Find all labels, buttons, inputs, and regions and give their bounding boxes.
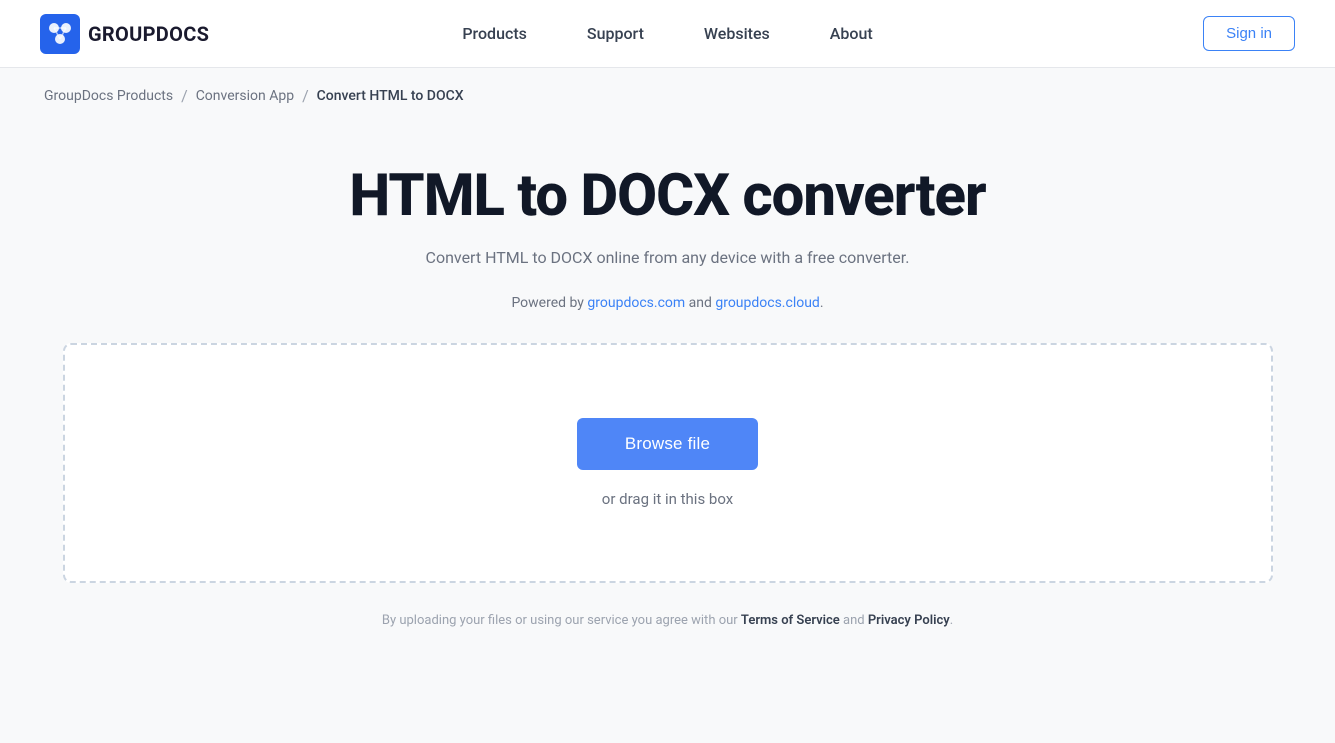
disclaimer-prefix: By uploading your files or using our ser… — [382, 613, 741, 628]
logo-text: GROUPDOCS — [88, 22, 209, 46]
breadcrumb-current: Convert HTML to DOCX — [317, 88, 464, 104]
breadcrumb-sep-2: / — [302, 86, 309, 105]
disclaimer-suffix: . — [950, 613, 953, 628]
powered-by-prefix: Powered by — [511, 295, 587, 311]
main-nav: Products Support Websites About — [462, 24, 872, 43]
main-content: HTML to DOCX converter Convert HTML to D… — [0, 123, 1335, 658]
nav-support[interactable]: Support — [587, 24, 644, 43]
groupdocs-com-link[interactable]: groupdocs.com — [587, 295, 685, 311]
page-subtitle: Convert HTML to DOCX online from any dev… — [426, 248, 910, 267]
powered-by-suffix: . — [820, 295, 824, 311]
nav-websites[interactable]: Websites — [704, 24, 770, 43]
breadcrumb-groupdocs-products[interactable]: GroupDocs Products — [44, 88, 173, 104]
browse-file-button[interactable]: Browse file — [577, 418, 758, 470]
sign-in-button[interactable]: Sign in — [1203, 16, 1295, 51]
nav-products[interactable]: Products — [462, 24, 527, 43]
groupdocs-logo-icon — [40, 14, 80, 54]
breadcrumb-sep-1: / — [181, 86, 188, 105]
breadcrumb: GroupDocs Products / Conversion App / Co… — [0, 68, 1335, 123]
file-drop-zone[interactable]: Browse file or drag it in this box — [63, 343, 1273, 583]
tos-link[interactable]: Terms of Service — [741, 613, 840, 628]
disclaimer: By uploading your files or using our ser… — [382, 613, 953, 628]
nav-about[interactable]: About — [830, 24, 873, 43]
logo-area: GROUPDOCS — [40, 14, 209, 54]
header: GROUPDOCS Products Support Websites Abou… — [0, 0, 1335, 68]
powered-by: Powered by groupdocs.com and groupdocs.c… — [511, 295, 823, 311]
page-title: HTML to DOCX converter — [349, 163, 985, 230]
disclaimer-and: and — [840, 613, 868, 628]
breadcrumb-conversion-app[interactable]: Conversion App — [196, 88, 294, 104]
groupdocs-cloud-link[interactable]: groupdocs.cloud — [715, 295, 820, 311]
powered-by-and: and — [685, 295, 715, 311]
drag-text: or drag it in this box — [602, 490, 733, 508]
privacy-link[interactable]: Privacy Policy — [868, 613, 950, 628]
